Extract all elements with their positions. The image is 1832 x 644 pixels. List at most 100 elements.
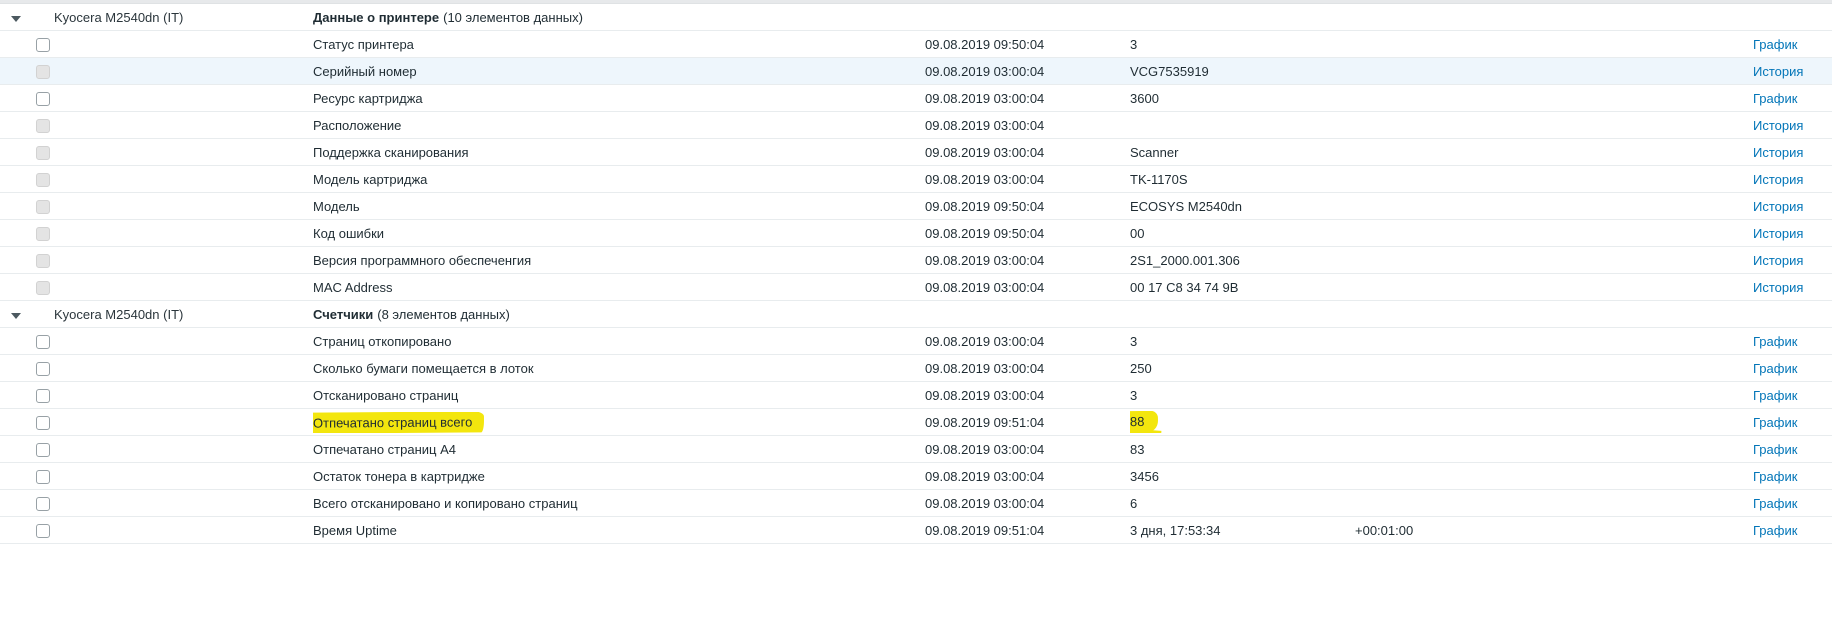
last-check-cell: 09.08.2019 09:50:04	[925, 199, 1130, 214]
item-checkbox[interactable]	[36, 334, 50, 349]
item-last-value: 3 дня, 17:53:34	[1130, 522, 1221, 538]
item-last-check: 09.08.2019 09:50:04	[925, 225, 1045, 241]
item-checkbox	[36, 226, 50, 241]
item-last-check: 09.08.2019 03:00:04	[925, 90, 1045, 106]
checkbox-cell	[36, 495, 54, 511]
item-checkbox[interactable]	[36, 415, 50, 430]
item-checkbox[interactable]	[36, 523, 50, 538]
item-last-value: 3	[1130, 36, 1138, 52]
checkbox-cell	[36, 441, 54, 457]
history-graph-link[interactable]: График	[1753, 388, 1797, 403]
link-cell: История	[1753, 118, 1832, 133]
last-check-cell: 09.08.2019 03:00:04	[925, 280, 1130, 295]
item-last-check: 09.08.2019 03:00:04	[925, 387, 1045, 403]
link-cell: История	[1753, 172, 1832, 187]
item-checkbox	[36, 172, 50, 187]
history-graph-link[interactable]: История	[1753, 145, 1803, 160]
last-check-cell: 09.08.2019 03:00:04	[925, 118, 1130, 133]
history-graph-link[interactable]: График	[1753, 91, 1797, 106]
item-row: Статус принтера 09.08.2019 09:50:04 3 Гр…	[0, 31, 1832, 58]
item-change: +00:01:00	[1355, 522, 1414, 538]
checkbox-cell	[36, 468, 54, 484]
latest-data-table: Kyocera M2540dn (IT) Данные о принтере (1…	[0, 0, 1832, 544]
link-cell: График	[1753, 469, 1832, 484]
history-graph-link[interactable]: График	[1753, 523, 1797, 538]
item-name: Время Uptime	[313, 522, 397, 538]
item-name-cell: Модель	[313, 199, 925, 214]
last-value-cell: 250	[1130, 361, 1355, 376]
item-checkbox[interactable]	[36, 388, 50, 403]
item-last-check: 09.08.2019 03:00:04	[925, 63, 1045, 79]
item-last-check: 09.08.2019 03:00:04	[925, 360, 1045, 376]
item-checkbox[interactable]	[36, 37, 50, 52]
item-name: Поддержка сканирования	[313, 144, 469, 160]
link-cell: История	[1753, 280, 1832, 295]
checkbox-cell	[36, 333, 54, 349]
item-checkbox[interactable]	[36, 361, 50, 376]
checkbox-cell	[36, 279, 54, 295]
item-row: Отпечатано страниц всего 09.08.2019 09:5…	[0, 409, 1832, 436]
history-graph-link[interactable]: График	[1753, 361, 1797, 376]
item-name-cell: Остаток тонера в картридже	[313, 469, 925, 484]
history-graph-link[interactable]: История	[1753, 280, 1803, 295]
last-check-cell: 09.08.2019 09:50:04	[925, 226, 1130, 241]
item-last-check: 09.08.2019 03:00:04	[925, 495, 1045, 511]
item-name-cell: Версия программного обеспеченгия	[313, 253, 925, 268]
link-cell: История	[1753, 64, 1832, 79]
history-graph-link[interactable]: История	[1753, 64, 1803, 79]
item-row: Отсканировано страниц 09.08.2019 03:00:0…	[0, 382, 1832, 409]
last-check-cell: 09.08.2019 09:51:04	[925, 523, 1130, 538]
history-graph-link[interactable]: График	[1753, 415, 1797, 430]
last-value-cell: 6	[1130, 496, 1355, 511]
last-value-cell: ECOSYS M2540dn	[1130, 199, 1355, 214]
history-graph-link[interactable]: График	[1753, 442, 1797, 457]
last-value-cell: 3600	[1130, 91, 1355, 106]
last-value-cell: 00	[1130, 226, 1355, 241]
group-header-row: Kyocera M2540dn (IT) Счетчики (8 элементо…	[0, 301, 1832, 328]
history-graph-link[interactable]: График	[1753, 496, 1797, 511]
history-graph-link[interactable]: График	[1753, 469, 1797, 484]
last-value-cell: 3	[1130, 388, 1355, 403]
item-last-check: 09.08.2019 03:00:04	[925, 279, 1045, 295]
item-checkbox[interactable]	[36, 469, 50, 484]
history-graph-link[interactable]: История	[1753, 172, 1803, 187]
item-last-value: ECOSYS M2540dn	[1130, 198, 1243, 214]
last-check-cell: 09.08.2019 03:00:04	[925, 64, 1130, 79]
host-link[interactable]: Kyocera M2540dn (IT)	[54, 9, 184, 25]
toggle-cell	[0, 10, 36, 25]
item-row: Время Uptime 09.08.2019 09:51:04 3 дня, …	[0, 517, 1832, 544]
last-value-cell: 3	[1130, 334, 1355, 349]
application-item-count: (8 элементов данных)	[377, 306, 510, 322]
table-rows: Kyocera M2540dn (IT) Данные о принтере (1…	[0, 4, 1832, 544]
host-link[interactable]: Kyocera M2540dn (IT)	[54, 306, 184, 322]
item-name-cell: Серийный номер	[313, 64, 925, 79]
item-last-check: 09.08.2019 09:51:04	[925, 414, 1045, 430]
item-last-value: 88	[1130, 411, 1159, 433]
history-graph-link[interactable]: История	[1753, 199, 1803, 214]
item-last-check: 09.08.2019 09:51:04	[925, 522, 1045, 538]
item-last-check: 09.08.2019 03:00:04	[925, 144, 1045, 160]
history-graph-link[interactable]: История	[1753, 118, 1803, 133]
item-checkbox	[36, 145, 50, 160]
history-graph-link[interactable]: История	[1753, 253, 1803, 268]
link-cell: График	[1753, 334, 1832, 349]
toggle-cell	[0, 307, 36, 322]
collapse-triangle-icon[interactable]	[11, 312, 21, 319]
last-check-cell: 09.08.2019 03:00:04	[925, 172, 1130, 187]
item-checkbox[interactable]	[36, 496, 50, 511]
item-name-cell: Сколько бумаги помещается в лоток	[313, 361, 925, 376]
item-checkbox	[36, 118, 50, 133]
checkbox-cell	[36, 63, 54, 79]
last-check-cell: 09.08.2019 09:51:04	[925, 415, 1130, 430]
history-graph-link[interactable]: График	[1753, 37, 1797, 52]
last-check-cell: 09.08.2019 03:00:04	[925, 361, 1130, 376]
item-checkbox[interactable]	[36, 442, 50, 457]
item-name: Версия программного обеспеченгия	[313, 252, 532, 268]
link-cell: История	[1753, 199, 1832, 214]
collapse-triangle-icon[interactable]	[11, 15, 21, 22]
item-name: Отпечатано страниц всего	[313, 411, 485, 433]
history-graph-link[interactable]: История	[1753, 226, 1803, 241]
item-checkbox[interactable]	[36, 91, 50, 106]
item-name: Сколько бумаги помещается в лоток	[313, 360, 534, 376]
history-graph-link[interactable]: График	[1753, 334, 1797, 349]
